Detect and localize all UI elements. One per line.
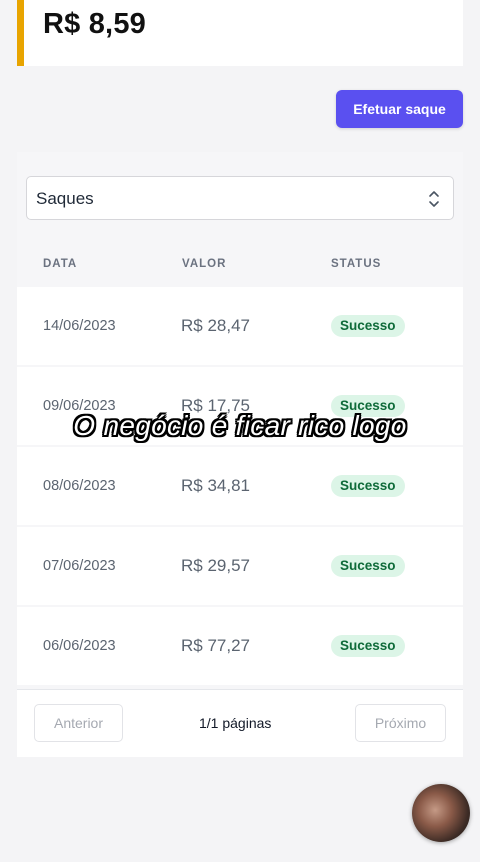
transaction-type-select[interactable]: Saques	[26, 176, 454, 220]
row-date: 14/06/2023	[43, 318, 116, 334]
chevron-up-down-icon	[429, 191, 439, 207]
table-row: 07/06/2023 R$ 29,57 Sucesso	[17, 527, 463, 605]
header-value: VALOR	[182, 258, 227, 270]
table-header: DATA VALOR STATUS	[17, 250, 463, 280]
select-value: Saques	[36, 189, 94, 208]
row-date: 07/06/2023	[43, 558, 116, 574]
withdraw-button[interactable]: Efetuar saque	[336, 90, 463, 128]
table-row: 08/06/2023 R$ 34,81 Sucesso	[17, 447, 463, 525]
avatar[interactable]	[412, 784, 470, 842]
previous-page-button[interactable]: Anterior	[34, 704, 123, 742]
status-badge: Sucesso	[331, 635, 405, 657]
row-value: R$ 28,47	[181, 316, 250, 335]
table-body: 14/06/2023 R$ 28,47 Sucesso 09/06/2023 R…	[17, 287, 463, 687]
header-date: DATA	[43, 258, 78, 270]
table-row: 14/06/2023 R$ 28,47 Sucesso	[17, 287, 463, 365]
status-badge: Sucesso	[331, 475, 405, 497]
next-page-button[interactable]: Próximo	[355, 704, 446, 742]
status-badge: Sucesso	[331, 555, 405, 577]
row-value: R$ 29,57	[181, 556, 250, 575]
balance-card: R$ 8,59	[17, 0, 463, 66]
row-date: 06/06/2023	[43, 638, 116, 654]
status-badge: Sucesso	[331, 315, 405, 337]
row-date: 08/06/2023	[43, 478, 116, 494]
header-status: STATUS	[331, 258, 382, 270]
balance-amount: R$ 8,59	[43, 8, 146, 40]
table-row: 06/06/2023 R$ 77,27 Sucesso	[17, 607, 463, 685]
row-value: R$ 77,27	[181, 636, 250, 655]
video-caption: O negócio é ficar rico logo	[73, 410, 407, 441]
page-info: 1/1 páginas	[199, 715, 272, 731]
pagination: Anterior 1/1 páginas Próximo	[17, 689, 463, 757]
withdrawals-panel: Saques DATA VALOR STATUS 14/06/2023 R$ 2…	[17, 152, 463, 757]
row-value: R$ 34,81	[181, 476, 250, 495]
